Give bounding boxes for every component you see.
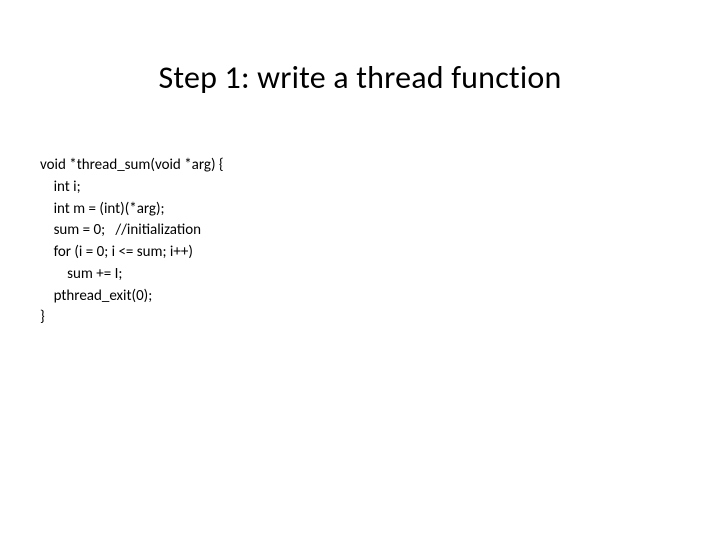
code-line: int i; (40, 178, 81, 196)
code-line: void *thread_sum(void *arg) { (40, 156, 224, 174)
slide: Step 1: write a thread function void *th… (0, 0, 720, 540)
code-line: int m = (int)(*arg); (40, 200, 165, 218)
code-line: sum = 0; //initialization (40, 221, 201, 239)
code-line: pthread_exit(0); (40, 287, 152, 305)
slide-title: Step 1: write a thread function (0, 58, 720, 97)
code-block: void *thread_sum(void *arg) { int i; int… (40, 155, 224, 329)
code-line: } (40, 308, 45, 326)
code-line: sum += I; (40, 265, 122, 283)
code-line: for (i = 0; i <= sum; i++) (40, 243, 193, 261)
